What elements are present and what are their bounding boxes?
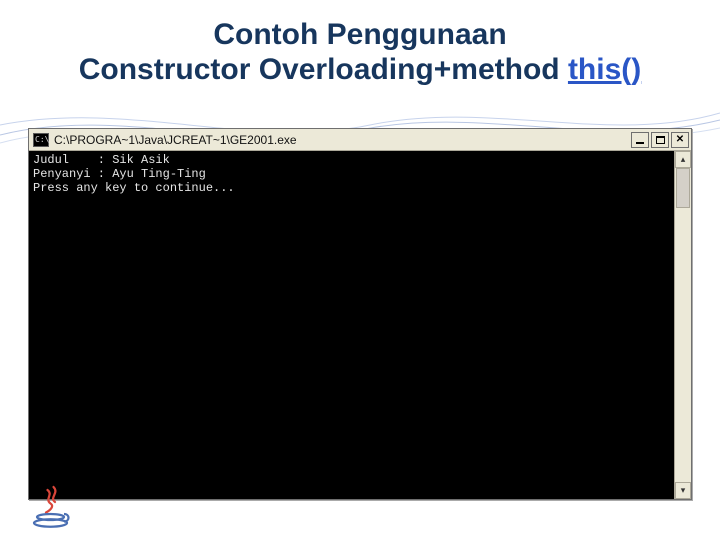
slide-title: Contoh Penggunaan Constructor Overloadin… xyxy=(0,18,720,87)
console-window: C:\PROGRA~1\Java\JCREAT~1\GE2001.exe Jud… xyxy=(28,128,692,500)
console-client-area: Judul : Sik Asik Penyanyi : Ayu Ting-Tin… xyxy=(29,151,691,499)
scroll-down-button[interactable]: ▾ xyxy=(675,482,691,499)
console-titlebar[interactable]: C:\PROGRA~1\Java\JCREAT~1\GE2001.exe xyxy=(29,129,691,151)
title-accent-this: this() xyxy=(568,53,641,86)
minimize-button[interactable] xyxy=(631,132,649,148)
console-title-text: C:\PROGRA~1\Java\JCREAT~1\GE2001.exe xyxy=(54,133,631,147)
slide: Contoh Penggunaan Constructor Overloadin… xyxy=(0,0,720,540)
maximize-button[interactable] xyxy=(651,132,669,148)
vertical-scrollbar[interactable]: ▴ ▾ xyxy=(674,151,691,499)
close-button[interactable] xyxy=(671,132,689,148)
console-line: Press any key to continue... xyxy=(33,181,235,195)
title-line-1: Contoh Penggunaan xyxy=(0,18,720,53)
console-output[interactable]: Judul : Sik Asik Penyanyi : Ayu Ting-Tin… xyxy=(29,151,674,499)
title-line-2: Constructor Overloading+method this() xyxy=(0,53,720,88)
window-buttons xyxy=(631,132,689,148)
console-line: Judul : Sik Asik xyxy=(33,153,170,167)
scroll-track[interactable] xyxy=(675,168,691,482)
scroll-thumb[interactable] xyxy=(676,168,690,208)
title-line-2-prefix: Constructor Overloading+method xyxy=(79,53,568,86)
cmd-icon xyxy=(33,133,49,147)
console-line: Penyanyi : Ayu Ting-Ting xyxy=(33,167,206,181)
scroll-up-button[interactable]: ▴ xyxy=(675,151,691,168)
